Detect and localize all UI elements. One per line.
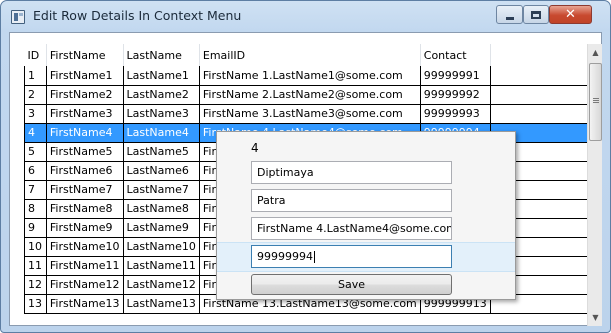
cell-contact[interactable]: 99999992 [420, 85, 491, 105]
contact-field-value: 99999994 [257, 250, 313, 263]
column-header-emailid[interactable]: EmailID [199, 44, 421, 66]
save-button[interactable]: Save [251, 274, 452, 295]
cell-firstname[interactable]: FirstName12 [46, 275, 124, 295]
table-row[interactable]: 3 FirstName3 LastName3 FirstName 3.LastName… [24, 104, 588, 124]
scroll-up-arrow-icon[interactable]: ▲ [588, 44, 603, 61]
cell-lastname[interactable]: LastName9 [123, 218, 200, 238]
cell-firstname[interactable]: FirstName13 [46, 294, 124, 314]
cell-firstname[interactable]: FirstName11 [46, 256, 124, 276]
column-header-filler [490, 44, 588, 66]
cell-firstname[interactable]: FirstName3 [46, 104, 124, 124]
email-field[interactable]: FirstName 4.LastName4@some.com [251, 217, 452, 240]
minimize-button[interactable] [496, 5, 523, 24]
vertical-scrollbar[interactable]: ▲ ▼ [587, 44, 602, 326]
cell-id[interactable]: 7 [24, 180, 47, 200]
minimize-icon [505, 16, 514, 20]
cell-lastname[interactable]: LastName2 [123, 85, 200, 105]
cell-firstname[interactable]: FirstName2 [46, 85, 124, 105]
maximize-button[interactable] [523, 5, 549, 24]
cell-id[interactable]: 1 [24, 66, 47, 86]
cell-id[interactable]: 9 [24, 218, 47, 238]
scrollbar-thumb[interactable] [589, 63, 602, 141]
cell-filler [490, 66, 588, 86]
cell-id[interactable]: 6 [24, 161, 47, 181]
cell-firstname[interactable]: FirstName1 [46, 66, 124, 86]
window-title: Edit Row Details In Context Menu [33, 8, 242, 23]
scroll-down-arrow-icon[interactable]: ▼ [588, 309, 603, 326]
column-header-id[interactable]: ID [24, 44, 47, 66]
table-row[interactable]: 1 FirstName1 LastName1 FirstName 1.LastName… [24, 66, 588, 86]
cell-firstname[interactable]: FirstName4 [46, 123, 124, 143]
cell-emailid[interactable]: FirstName 2.LastName2@some.com [199, 85, 421, 105]
cell-id[interactable]: 2 [24, 85, 47, 105]
header-row: ID FirstName LastName EmailID Contact [24, 44, 588, 66]
cell-id[interactable]: 12 [24, 275, 47, 295]
last-name-field[interactable]: Patra [251, 189, 452, 212]
cell-firstname[interactable]: FirstName8 [46, 199, 124, 219]
cell-contact[interactable]: 99999991 [420, 66, 491, 86]
cell-lastname[interactable]: LastName1 [123, 66, 200, 86]
cell-firstname[interactable]: FirstName9 [46, 218, 124, 238]
contact-field[interactable]: 99999994 [251, 245, 452, 268]
context-menu-popup: 4 Diptimaya Patra FirstName 4.LastName4@… [216, 131, 516, 300]
cell-id[interactable]: 11 [24, 256, 47, 276]
cell-firstname[interactable]: FirstName6 [46, 161, 124, 181]
cell-id[interactable]: 3 [24, 104, 47, 124]
column-header-contact[interactable]: Contact [420, 44, 491, 66]
first-name-field[interactable]: Diptimaya [251, 161, 452, 184]
scrollbar-grip-icon [593, 98, 599, 99]
cell-contact[interactable]: 99999993 [420, 104, 491, 124]
cell-lastname[interactable]: LastName13 [123, 294, 200, 314]
cell-id[interactable]: 4 [24, 123, 47, 143]
cell-lastname[interactable]: LastName3 [123, 104, 200, 124]
app-window: Edit Row Details In Context Menu ✕ ID Fi… [0, 0, 611, 333]
close-icon: ✕ [565, 7, 576, 22]
cell-id[interactable]: 5 [24, 142, 47, 162]
cell-lastname[interactable]: LastName5 [123, 142, 200, 162]
cell-emailid[interactable]: FirstName 3.LastName3@some.com [199, 104, 421, 124]
app-icon [11, 10, 25, 24]
cell-lastname[interactable]: LastName6 [123, 161, 200, 181]
text-caret [314, 251, 315, 263]
cell-lastname[interactable]: LastName7 [123, 180, 200, 200]
cell-id[interactable]: 13 [24, 294, 47, 314]
cell-emailid[interactable]: FirstName 1.LastName1@some.com [199, 66, 421, 86]
close-button[interactable]: ✕ [549, 5, 592, 24]
cell-firstname[interactable]: FirstName5 [46, 142, 124, 162]
cell-firstname[interactable]: FirstName7 [46, 180, 124, 200]
column-header-firstname[interactable]: FirstName [46, 44, 124, 66]
cell-lastname[interactable]: LastName8 [123, 199, 200, 219]
cell-lastname[interactable]: LastName11 [123, 256, 200, 276]
cell-filler [490, 85, 588, 105]
cell-lastname[interactable]: LastName12 [123, 275, 200, 295]
maximize-icon [531, 10, 541, 19]
cell-lastname[interactable]: LastName10 [123, 237, 200, 257]
cell-filler [490, 104, 588, 124]
table-row[interactable]: 2 FirstName2 LastName2 FirstName 2.LastName… [24, 85, 588, 105]
cell-firstname[interactable]: FirstName10 [46, 237, 124, 257]
popup-id-label: 4 [251, 141, 259, 155]
cell-lastname[interactable]: LastName4 [123, 123, 200, 143]
cell-id[interactable]: 10 [24, 237, 47, 257]
column-header-lastname[interactable]: LastName [123, 44, 200, 66]
title-bar[interactable]: Edit Row Details In Context Menu ✕ [1, 1, 610, 31]
cell-id[interactable]: 8 [24, 199, 47, 219]
